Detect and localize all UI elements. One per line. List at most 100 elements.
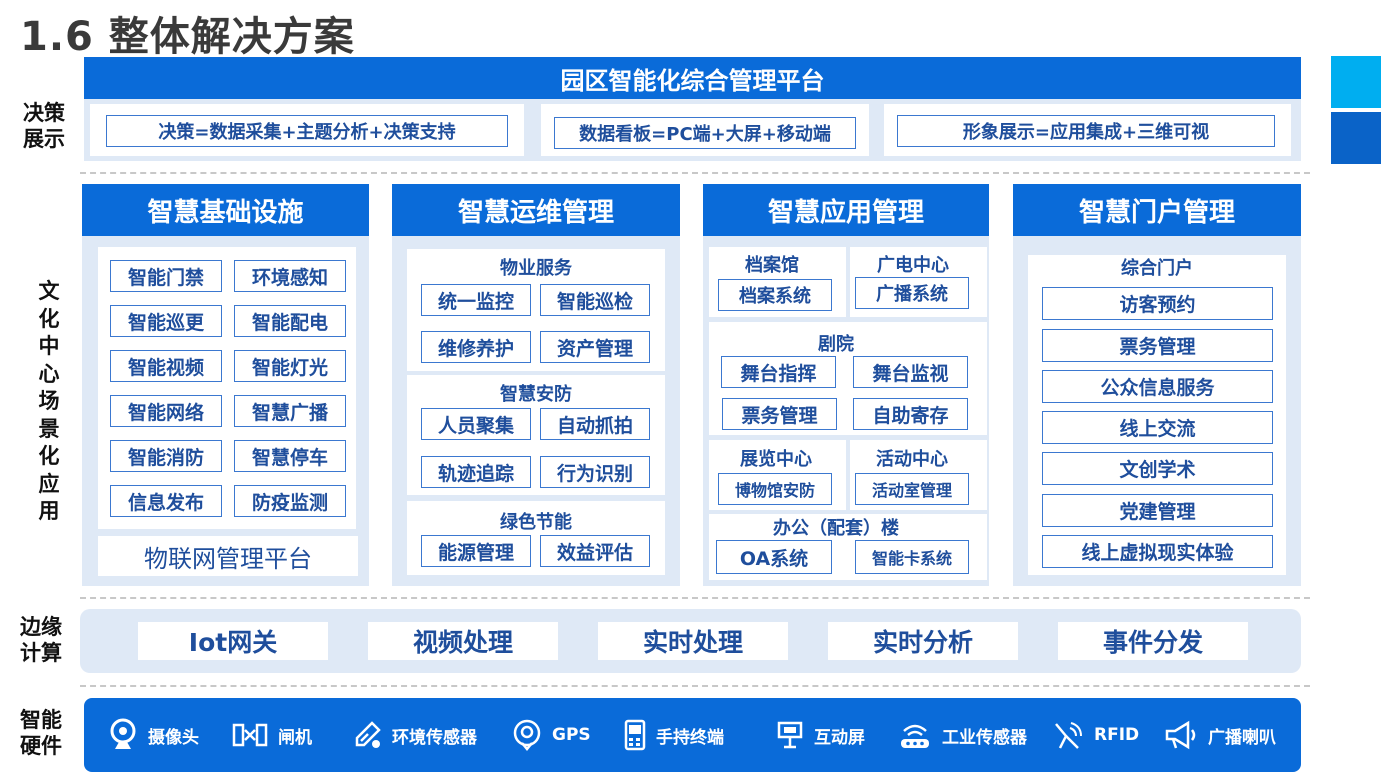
speaker-icon xyxy=(1165,720,1196,750)
apps-group-label: 活动中心 xyxy=(876,449,948,470)
ops-item: 自动抓拍 xyxy=(540,408,650,440)
separator xyxy=(80,685,1310,687)
iot-platform: 物联网管理平台 xyxy=(98,536,358,576)
ops-item: 轨迹追踪 xyxy=(421,456,531,488)
infra-item: 信息发布 xyxy=(110,485,222,517)
edge-item-iot-gateway: Iot网关 xyxy=(138,622,328,660)
infra-item: 智慧广播 xyxy=(234,395,346,427)
hw-item-camera: 摄像头 xyxy=(108,698,199,772)
apps-group-label: 剧院 xyxy=(818,334,854,355)
decision-item: 决策=数据采集+主题分析+决策支持 xyxy=(106,115,508,147)
infra-item: 智能配电 xyxy=(234,305,346,337)
column-header-portal: 智慧门户管理 xyxy=(1013,184,1301,236)
apps-item: 自助寄存 xyxy=(853,398,968,430)
infra-item: 防疫监测 xyxy=(234,485,346,517)
page-title: 1.6 整体解决方案 xyxy=(20,14,355,60)
hw-label: GPS xyxy=(552,725,591,745)
apps-item: 舞台监视 xyxy=(853,356,968,388)
portal-item: 访客预约 xyxy=(1042,287,1273,320)
camera-icon xyxy=(110,718,136,749)
ops-group-label: 智慧安防 xyxy=(500,384,572,405)
hw-label: 手持终端 xyxy=(656,727,724,748)
layer-label-culture: 文化中心场景化应用 xyxy=(38,279,60,523)
interactive-screen-icon xyxy=(777,721,803,749)
infra-item: 智慧停车 xyxy=(234,440,346,472)
layer-label-line: 智能 xyxy=(20,708,62,732)
ops-item: 效益评估 xyxy=(540,535,650,567)
apps-group-label: 档案馆 xyxy=(745,255,799,276)
apps-item: 舞台指挥 xyxy=(721,356,836,388)
portal-group-label: 综合门户 xyxy=(1121,258,1193,279)
decor-block-cyan xyxy=(1331,56,1381,108)
portal-item: 票务管理 xyxy=(1042,329,1273,362)
edge-item: 事件分发 xyxy=(1058,622,1248,660)
apps-item: 博物馆安防 xyxy=(718,473,832,505)
apps-group-label: 办公（配套）楼 xyxy=(773,518,899,539)
infra-item: 智能灯光 xyxy=(234,350,346,382)
hw-label: 广播喇叭 xyxy=(1208,727,1276,748)
hardware-bar: 摄像头 闸机 环境传感器 GPS 手持终端 互动屏 工业传感器 RFID 广播喇… xyxy=(84,698,1301,772)
infra-item: 智能视频 xyxy=(110,350,222,382)
ops-item: 维修养护 xyxy=(421,331,531,363)
layer-label-line: 边缘 xyxy=(20,615,62,639)
decision-item: 形象展示=应用集成+三维可视 xyxy=(897,115,1275,147)
hw-label: 工业传感器 xyxy=(942,727,1027,748)
apps-item: 档案系统 xyxy=(718,279,832,311)
hw-label: 互动屏 xyxy=(814,727,865,748)
hw-item-env-sensor: 环境传感器 xyxy=(352,698,477,772)
infra-item: 智能网络 xyxy=(110,395,222,427)
infra-item: 智能门禁 xyxy=(110,260,222,292)
portal-item: 线上交流 xyxy=(1042,411,1273,444)
layer-label-line: 展示 xyxy=(23,127,65,151)
portal-item: 党建管理 xyxy=(1042,494,1273,527)
platform-title-bar: 园区智能化综合管理平台 xyxy=(84,57,1301,99)
edge-item: 视频处理 xyxy=(368,622,558,660)
gate-icon xyxy=(232,723,268,747)
hw-item-rfid: RFID xyxy=(1052,698,1139,772)
hw-item-handheld: 手持终端 xyxy=(624,698,724,772)
portal-item: 线上虚拟现实体验 xyxy=(1042,535,1273,568)
apps-group-label: 广电中心 xyxy=(877,255,949,276)
hw-label: RFID xyxy=(1094,725,1140,745)
ops-item: 智能巡检 xyxy=(540,284,650,316)
hw-label: 闸机 xyxy=(278,727,312,748)
ops-item: 资产管理 xyxy=(540,331,650,363)
layer-label-line: 计算 xyxy=(20,641,62,665)
separator xyxy=(80,172,1310,174)
apps-item: OA系统 xyxy=(716,540,832,574)
infra-item: 智能消防 xyxy=(110,440,222,472)
apps-item: 票务管理 xyxy=(722,398,837,430)
column-header-ops: 智慧运维管理 xyxy=(392,184,680,236)
portal-item: 公众信息服务 xyxy=(1042,370,1273,403)
env-sensor-icon xyxy=(355,721,381,748)
layer-label-line: 硬件 xyxy=(20,734,62,758)
column-header-infra: 智慧基础设施 xyxy=(82,184,369,236)
apps-item: 广播系统 xyxy=(855,277,969,309)
handheld-icon xyxy=(624,719,646,751)
ops-item: 统一监控 xyxy=(421,284,531,316)
ops-group-label: 物业服务 xyxy=(500,258,572,279)
infra-item: 环境感知 xyxy=(234,260,346,292)
layer-label-decision: 决策 展示 xyxy=(18,100,70,152)
separator xyxy=(80,597,1310,599)
decision-item: 数据看板=PC端+大屏+移动端 xyxy=(554,117,856,149)
edge-item: 实时分析 xyxy=(828,622,1018,660)
portal-item: 文创学术 xyxy=(1042,452,1273,485)
layer-label-hardware: 智能 硬件 xyxy=(15,707,67,759)
layer-label-edge: 边缘 计算 xyxy=(15,614,67,666)
apps-item: 智能卡系统 xyxy=(855,540,969,574)
hw-item-interactive-screen: 互动屏 xyxy=(776,698,865,772)
hw-label: 摄像头 xyxy=(148,727,199,748)
hw-item-gps: GPS xyxy=(512,698,591,772)
column-header-apps: 智慧应用管理 xyxy=(703,184,989,236)
infra-item: 智能巡更 xyxy=(110,305,222,337)
industrial-sensor-icon xyxy=(901,724,929,748)
hw-item-speaker: 广播喇叭 xyxy=(1164,698,1276,772)
ops-item: 行为识别 xyxy=(540,456,650,488)
ops-group-label: 绿色节能 xyxy=(500,512,572,533)
edge-item: 实时处理 xyxy=(598,622,788,660)
ops-item: 能源管理 xyxy=(421,535,531,567)
decor-block-blue xyxy=(1331,112,1381,164)
hw-item-gate: 闸机 xyxy=(232,698,312,772)
ops-item: 人员聚集 xyxy=(421,408,531,440)
